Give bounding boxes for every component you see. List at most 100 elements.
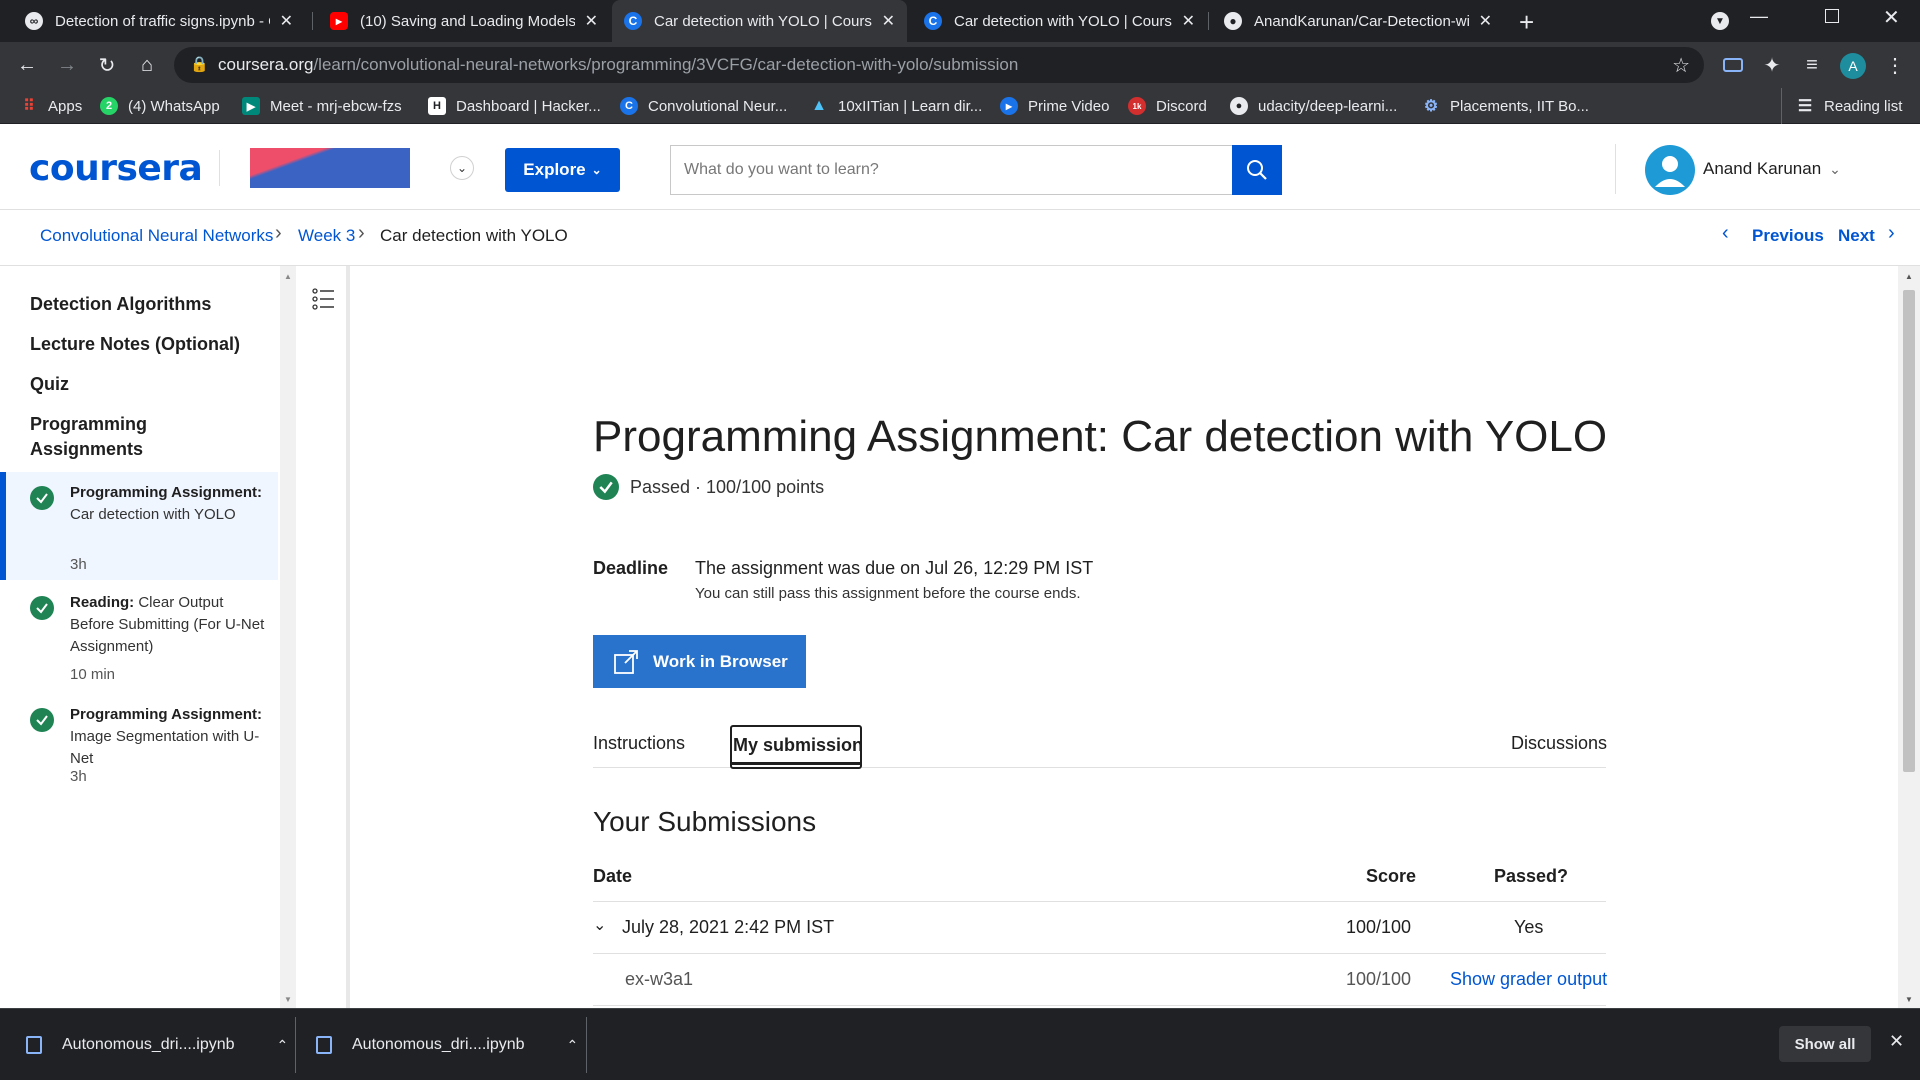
breadcrumb-course-link[interactable]: Convolutional Neural Networks	[40, 226, 273, 246]
scrollbar-thumb[interactable]	[1903, 290, 1915, 772]
bookmark-discord[interactable]: 1k Discord	[1128, 88, 1207, 124]
site-header: coursera ⌄ Explore ⌄ What do you want to …	[0, 124, 1920, 210]
close-icon[interactable]: ✕	[1889, 1031, 1904, 1052]
profile-avatar[interactable]: A	[1840, 53, 1866, 79]
chevron-up-icon[interactable]: ⌃	[277, 1037, 289, 1054]
close-icon[interactable]: ✕	[1182, 11, 1195, 31]
bookmark-placements[interactable]: ⚙ Placements, IIT Bo...	[1422, 88, 1589, 124]
sidebar-item-car-detection[interactable]: Programming Assignment: Car detection wi…	[0, 472, 278, 580]
file-icon	[26, 1036, 42, 1054]
menu-kebab-icon[interactable]: ⋮	[1880, 50, 1910, 80]
download-item[interactable]: Autonomous_dri....ipynb ⌃	[26, 1009, 288, 1081]
minimize-icon[interactable]: —	[1750, 6, 1768, 27]
bookmark-coursera[interactable]: C Convolutional Neur...	[620, 88, 787, 124]
github-icon: ●	[1230, 97, 1248, 115]
download-filename: Autonomous_dri....ipynb	[352, 1036, 525, 1053]
explore-button[interactable]: Explore ⌄	[505, 148, 620, 192]
show-all-button[interactable]: Show all	[1779, 1026, 1871, 1062]
work-in-browser-label: Work in Browser	[653, 651, 788, 671]
previous-button[interactable]: Previous	[1752, 226, 1824, 246]
show-grader-output-link[interactable]: Show grader output	[1450, 969, 1607, 990]
item-type: Reading:	[70, 594, 135, 611]
scroll-down-icon[interactable]: ▼	[284, 995, 292, 1004]
submission-score: 100/100	[1346, 917, 1412, 937]
chevron-down-icon[interactable]: ⌄	[450, 156, 474, 180]
reload-icon[interactable]: ↻	[92, 50, 122, 80]
extensions-icon[interactable]: ✦	[1757, 50, 1787, 80]
browser-tab[interactable]: ∞ Detection of traffic signs.ipynb - C ✕	[13, 0, 305, 42]
tab-my-submission[interactable]: My submission	[730, 725, 864, 769]
address-bar[interactable]: 🔒 coursera.org/learn/convolutional-neura…	[174, 47, 1704, 83]
bookmark-whatsapp[interactable]: 2 (4) WhatsApp	[100, 88, 220, 124]
tab-search-icon[interactable]: ▼	[1711, 12, 1729, 30]
github-icon: ●	[1224, 12, 1242, 30]
sidebar-item-clear-output[interactable]: Reading: Clear Output Before Submitting …	[0, 582, 278, 690]
tab-discussions[interactable]: Discussions	[1511, 733, 1607, 754]
scroll-up-icon[interactable]: ▲	[1905, 272, 1913, 281]
new-tab-icon[interactable]: +	[1519, 7, 1534, 38]
coursera-icon: C	[624, 12, 642, 30]
bookmark-apps[interactable]: ⠿ Apps	[20, 88, 82, 124]
bookmark-hackerrank[interactable]: H Dashboard | Hacker...	[428, 88, 601, 124]
chevron-up-icon[interactable]: ⌃	[567, 1037, 579, 1054]
reading-list[interactable]: ☰ Reading list	[1796, 88, 1903, 124]
browser-tab-active[interactable]: C Car detection with YOLO | Course ✕	[612, 0, 907, 42]
scroll-up-icon[interactable]: ▲	[284, 272, 292, 281]
browser-tab[interactable]: ● AnandKarunan/Car-Detection-wi ✕	[1212, 0, 1504, 42]
user-name-label: Anand Karunan	[1703, 159, 1822, 178]
chevron-down-icon: ⌄	[591, 163, 602, 177]
bookmark-label: Dashboard | Hacker...	[456, 97, 601, 115]
tab-instructions[interactable]: Instructions	[593, 733, 685, 754]
bookmark-prime-video[interactable]: ▶ Prime Video	[1000, 88, 1109, 124]
home-icon[interactable]: ⌂	[132, 50, 162, 80]
toc-panel	[298, 266, 350, 1008]
forward-icon[interactable]: →	[52, 50, 82, 80]
bookmark-10xiitian[interactable]: ▲ 10xIITian | Learn dir...	[810, 88, 982, 124]
breadcrumb-week-link[interactable]: Week 3	[298, 226, 355, 246]
next-button[interactable]: Next	[1838, 226, 1875, 246]
chevron-down-icon[interactable]: ⌄	[593, 915, 606, 935]
back-icon[interactable]: ←	[12, 50, 42, 80]
search-icon	[1247, 160, 1267, 180]
chevron-right-icon[interactable]: ›	[1888, 222, 1895, 245]
close-icon[interactable]: ✕	[882, 11, 895, 31]
screencast-icon[interactable]	[1718, 50, 1748, 80]
bookmark-label: udacity/deep-learni...	[1258, 97, 1398, 115]
restore-icon[interactable]	[1825, 9, 1839, 23]
bookmark-meet[interactable]: ▶ Meet - mrj-ebcw-fzs	[242, 88, 402, 124]
user-avatar[interactable]	[1645, 145, 1695, 195]
sidebar-scrollbar[interactable]: ▲ ▼	[280, 266, 296, 1008]
search-button[interactable]	[1232, 145, 1282, 195]
search-input[interactable]: What do you want to learn?	[670, 145, 1234, 195]
close-icon[interactable]: ✕	[1479, 11, 1492, 31]
close-icon[interactable]: ✕	[585, 11, 598, 31]
download-item[interactable]: Autonomous_dri....ipynb ⌃	[316, 1009, 578, 1081]
sidebar-item-quiz[interactable]: Quiz	[30, 372, 69, 397]
work-in-browser-button[interactable]: Work in Browser	[593, 635, 806, 688]
media-icon[interactable]: ≡	[1797, 50, 1827, 80]
sidebar-item-unet[interactable]: Programming Assignment: Image Segmentati…	[0, 694, 278, 794]
breadcrumb-current: Car detection with YOLO	[380, 226, 568, 245]
sidebar-item-lecture-notes[interactable]: Lecture Notes (Optional)	[30, 332, 240, 357]
list-icon[interactable]	[312, 288, 336, 310]
coursera-logo[interactable]: coursera	[29, 148, 203, 189]
sidebar-group-programming-assignments[interactable]: Programming Assignments	[30, 412, 230, 462]
bookmark-udacity[interactable]: ● udacity/deep-learni...	[1230, 88, 1397, 124]
deadline-subtext: You can still pass this assignment befor…	[695, 585, 1081, 602]
item-type: Programming Assignment:	[70, 484, 262, 501]
star-icon[interactable]: ☆	[1672, 53, 1690, 78]
organization-logo[interactable]	[250, 148, 410, 188]
sidebar-item-detection-algorithms[interactable]: Detection Algorithms	[30, 292, 211, 317]
bookmark-label: Meet - mrj-ebcw-fzs	[270, 97, 402, 115]
close-icon[interactable]: ✕	[280, 11, 293, 31]
user-name[interactable]: Anand Karunan ⌄	[1703, 159, 1841, 179]
browser-tab[interactable]: ▶ (10) Saving and Loading Models ✕	[318, 0, 610, 42]
scroll-down-icon[interactable]: ▼	[1905, 995, 1913, 1004]
discord-icon: 1k	[1128, 97, 1146, 115]
tab-label: My submission	[733, 735, 864, 755]
bookmarks-bar: ⠿ Apps 2 (4) WhatsApp ▶ Meet - mrj-ebcw-fzs…	[0, 88, 1920, 124]
colab-icon: ∞	[25, 12, 43, 30]
close-window-icon[interactable]: ✕	[1883, 5, 1900, 30]
chevron-left-icon[interactable]: ‹	[1722, 222, 1729, 245]
browser-tab[interactable]: C Car detection with YOLO | Course ✕	[912, 0, 1207, 42]
